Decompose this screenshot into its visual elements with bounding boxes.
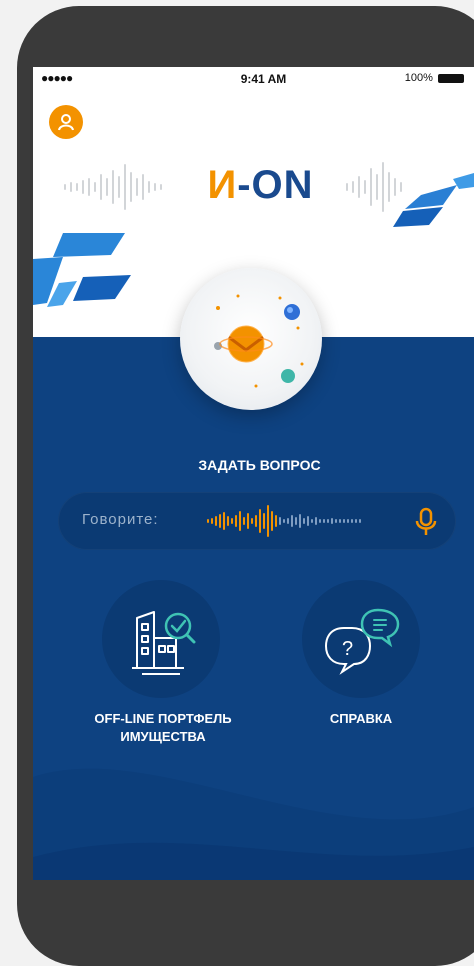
status-bar: ●●●●● 9:41 AM 100%: [33, 67, 474, 91]
planet-orb-icon: [214, 294, 304, 388]
battery-icon: [438, 73, 464, 83]
app-screen: ●●●●● 9:41 AM 100% И-ON ЗАДАТЬ ВОПРОС Го…: [33, 67, 474, 880]
property-portfolio-label[interactable]: OFF-LINE ПОРТФЕЛЬ ИМУЩЕСТВА: [63, 710, 263, 746]
help-button[interactable]: ?: [302, 580, 420, 698]
profile-button[interactable]: [49, 105, 83, 139]
building-check-icon: [132, 611, 196, 675]
property-portfolio-label-line2: ИМУЩЕСТВА: [120, 729, 206, 744]
help-chat-icon: ?: [324, 608, 400, 675]
logo-suffix: -ON: [237, 163, 314, 207]
property-portfolio-label-line1: OFF-LINE ПОРТФЕЛЬ: [94, 711, 232, 726]
voice-input-bar[interactable]: Говорите:: [58, 492, 456, 550]
ask-question-label: ЗАДАТЬ ВОПРОС: [198, 457, 321, 473]
voice-waveform: [207, 505, 361, 537]
user-icon: [58, 114, 74, 131]
battery-percent: 100%: [404, 72, 433, 84]
help-label[interactable]: СПРАВКА: [293, 710, 429, 728]
voice-prompt-label: Говорите:: [82, 511, 159, 528]
decorative-stripes-left: [33, 233, 131, 307]
property-portfolio-button[interactable]: [102, 580, 220, 698]
ask-question-orb-button[interactable]: [180, 268, 322, 410]
microphone-icon[interactable]: [413, 507, 439, 537]
logo-prefix: И: [207, 163, 238, 207]
battery-indicator: 100%: [405, 72, 464, 84]
app-logo: И-ON: [33, 163, 474, 208]
svg-text:?: ?: [342, 638, 353, 660]
